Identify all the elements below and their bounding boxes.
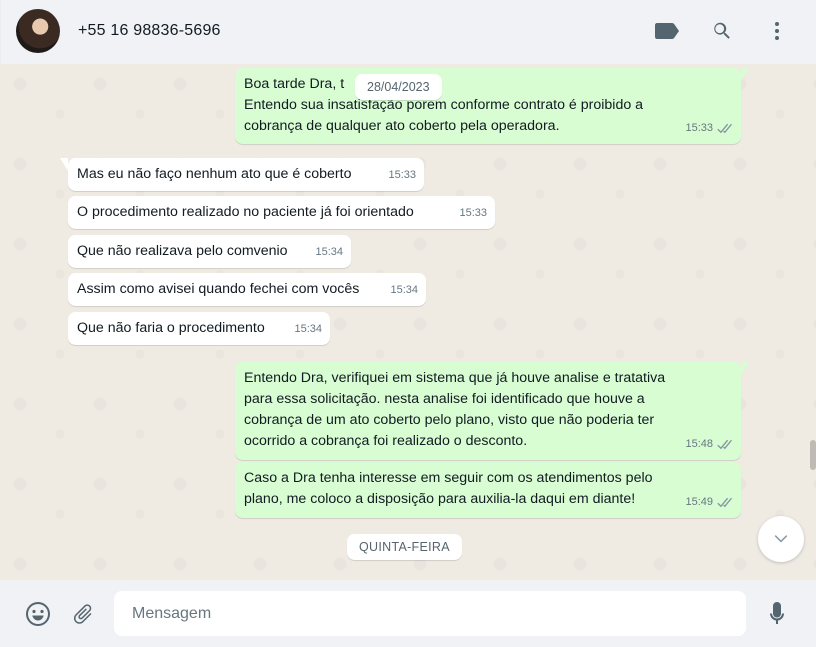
message-text: Mas eu não faço nenhum ato que é coberto (77, 166, 352, 182)
label-icon[interactable] (654, 18, 680, 44)
date-chip: 28/04/2023 (355, 74, 442, 100)
message-meta: 15:48 (685, 434, 732, 455)
message-incoming[interactable]: Que não faria o procedimento 15:34 (68, 312, 330, 345)
double-check-icon (716, 497, 732, 508)
message-time: 15:33 (685, 122, 713, 134)
message-meta: 15:33 (685, 118, 732, 139)
message-list[interactable]: Boa tarde Dra, t Entendo sua insatisfaçã… (0, 64, 816, 580)
message-text: Que não realizava pelo comvenio (77, 243, 288, 259)
message-text-line: Caso a Dra tenha interesse em seguir com… (244, 470, 653, 486)
double-check-icon (716, 439, 732, 450)
contact-name[interactable]: +55 16 98836-5696 (78, 22, 221, 40)
message-text-line: cobrança de qualquer ato coberto pela op… (244, 118, 560, 134)
message-text: Que não faria o procedimento (77, 320, 265, 336)
message-time: 15:34 (294, 323, 322, 335)
message-text: O procedimento realizado no paciente já … (77, 204, 414, 220)
message-incoming[interactable]: O procedimento realizado no paciente já … (68, 196, 495, 229)
message-time: 15:49 (685, 496, 713, 508)
message-text-line: ocorrido a cobrança foi realizado o desc… (244, 433, 528, 449)
message-input[interactable] (114, 591, 746, 636)
message-text-line: para essa solicitação. nesta analise foi… (244, 391, 645, 407)
message-time: 15:33 (459, 207, 487, 219)
message-outgoing[interactable]: Boa tarde Dra, t Entendo sua insatisfaçã… (235, 68, 749, 144)
chat-header: +55 16 98836-5696 (0, 0, 816, 64)
message-text-line: Boa tarde Dra, t (244, 76, 345, 92)
message-meta: 15:49 (685, 492, 732, 513)
message-incoming[interactable]: Que não realizava pelo comvenio 15:34 (68, 235, 351, 268)
message-text: Assim como avisei quando fechei com você… (77, 281, 360, 297)
chevron-down-icon (774, 535, 788, 543)
message-text-line: Entendo sua insatisfação porem conforme … (244, 97, 644, 113)
attach-icon[interactable] (69, 600, 97, 628)
microphone-icon[interactable] (763, 600, 791, 628)
message-text-line: plano, me coloco a disposição para auxil… (244, 491, 636, 507)
search-icon[interactable] (709, 18, 735, 44)
message-time: 15:33 (388, 169, 416, 181)
scrollbar-thumb[interactable] (810, 440, 816, 470)
message-text-line: cobrança de um ato coberto pelo plano, v… (244, 412, 655, 428)
message-outgoing[interactable]: Caso a Dra tenha interesse em seguir com… (235, 462, 741, 518)
message-time: 15:34 (390, 284, 418, 296)
scroll-to-bottom-button[interactable] (758, 516, 804, 562)
message-time: 15:34 (315, 246, 343, 258)
message-time: 15:48 (685, 438, 713, 450)
message-incoming[interactable]: Assim como avisei quando fechei com você… (68, 273, 426, 306)
emoji-icon[interactable] (24, 600, 52, 628)
compose-bar (0, 580, 816, 647)
day-separator: QUINTA-FEIRA (347, 534, 462, 560)
message-text-line: Entendo Dra, verifiquei em sistema que j… (244, 370, 666, 386)
menu-icon[interactable] (764, 18, 790, 44)
double-check-icon (716, 123, 732, 134)
contact-avatar[interactable] (16, 9, 60, 53)
message-outgoing[interactable]: Entendo Dra, verifiquei em sistema que j… (235, 362, 749, 460)
message-incoming[interactable]: Mas eu não faço nenhum ato que é coberto… (60, 158, 424, 191)
